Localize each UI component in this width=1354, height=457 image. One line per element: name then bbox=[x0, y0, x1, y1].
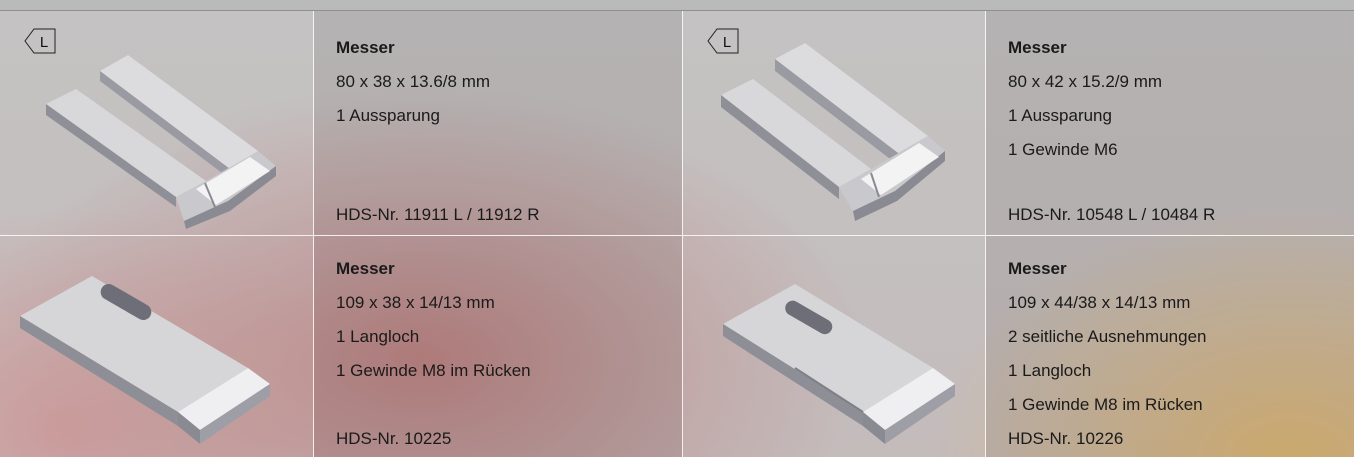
product-info: Messer 109 x 44/38 x 14/13 mm 2 seitlich… bbox=[1008, 252, 1206, 422]
knife-blade-longhole-icon bbox=[723, 284, 955, 444]
row-divider bbox=[0, 235, 1354, 236]
product-spec: 109 x 44/38 x 14/13 mm bbox=[1008, 293, 1191, 312]
knife-blade-slotted-icon bbox=[46, 55, 276, 229]
top-border bbox=[0, 0, 1354, 11]
hds-number: HDS-Nr. 10226 bbox=[1008, 429, 1124, 448]
column-divider bbox=[313, 11, 314, 457]
product-spec: 1 Langloch bbox=[1008, 361, 1092, 380]
product-info-cell: Messer 80 x 38 x 13.6/8 mm 1 Aussparung … bbox=[314, 11, 682, 235]
product-spec: 80 x 42 x 15.2/9 mm bbox=[1008, 72, 1163, 91]
product-spec: 109 x 38 x 14/13 mm bbox=[336, 293, 495, 312]
product-spec: 2 seitliche Ausnehmungen bbox=[1008, 327, 1207, 346]
product-title: Messer bbox=[336, 259, 395, 278]
hds-number: HDS-Nr. 10225 bbox=[336, 429, 452, 448]
product-spec: 1 Langloch bbox=[336, 327, 420, 346]
product-spec: 1 Gewinde M8 im Rücken bbox=[1008, 395, 1203, 414]
product-spec: 1 Aussparung bbox=[1008, 106, 1112, 125]
product-title: Messer bbox=[1008, 38, 1067, 57]
product-title: Messer bbox=[336, 38, 395, 57]
product-info: Messer 80 x 38 x 13.6/8 mm 1 Aussparung bbox=[336, 31, 490, 133]
product-image-cell bbox=[0, 236, 313, 457]
product-title: Messer bbox=[1008, 259, 1067, 278]
product-info-cell: Messer 109 x 38 x 14/13 mm 1 Langloch 1 … bbox=[314, 236, 682, 457]
product-spec: 1 Gewinde M8 im Rücken bbox=[336, 361, 531, 380]
product-image-cell bbox=[683, 236, 985, 457]
product-grid: L Messer 80 x 38 x 13.6/8 mm 1 Aussparun… bbox=[0, 11, 1354, 457]
product-spec: 1 Aussparung bbox=[336, 106, 440, 125]
product-info: Messer 80 x 42 x 15.2/9 mm 1 Aussparung … bbox=[1008, 31, 1162, 167]
product-image-cell: L bbox=[0, 11, 313, 235]
product-spec: 80 x 38 x 13.6/8 mm bbox=[336, 72, 491, 91]
knife-blade-slotted-icon bbox=[721, 43, 945, 221]
hds-number: HDS-Nr. 11911 L / 11912 R bbox=[336, 205, 540, 224]
product-spec: 1 Gewinde M6 bbox=[1008, 140, 1118, 159]
column-divider bbox=[682, 11, 683, 457]
product-info-cell: Messer 109 x 44/38 x 14/13 mm 2 seitlich… bbox=[986, 236, 1354, 457]
knife-blade-longhole-icon bbox=[20, 276, 270, 444]
product-info-cell: Messer 80 x 42 x 15.2/9 mm 1 Aussparung … bbox=[986, 11, 1354, 235]
column-divider bbox=[985, 11, 986, 457]
product-image-cell: L bbox=[683, 11, 985, 235]
product-info: Messer 109 x 38 x 14/13 mm 1 Langloch 1 … bbox=[336, 252, 531, 388]
hds-number: HDS-Nr. 10548 L / 10484 R bbox=[1008, 205, 1216, 224]
